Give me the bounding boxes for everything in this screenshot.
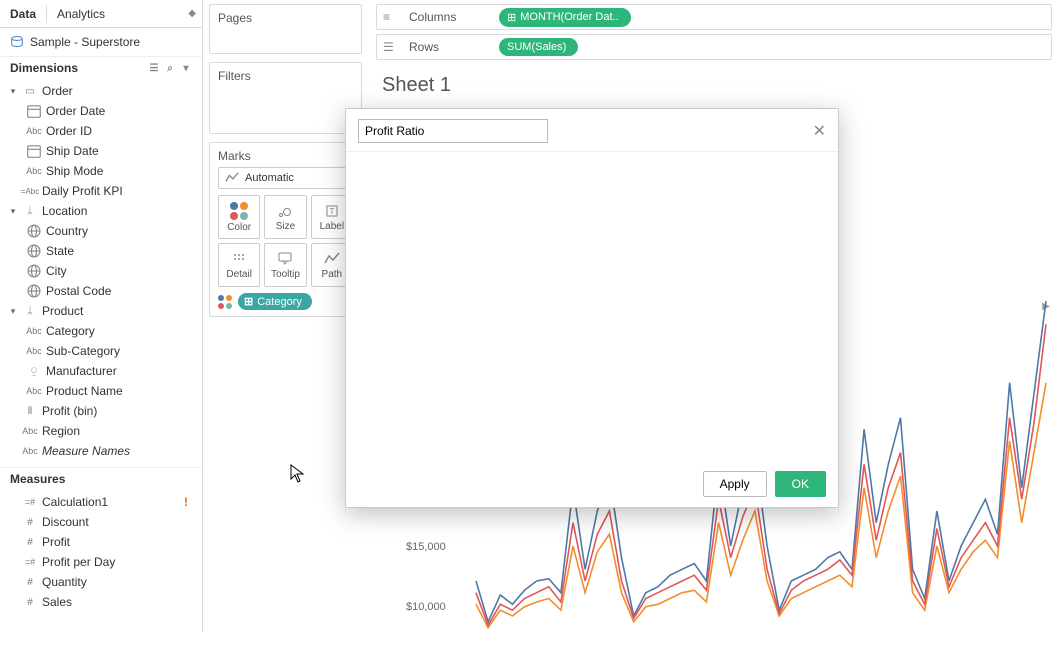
calc-icon: =Abc [22,187,38,196]
filters-shelf[interactable]: Filters [209,62,362,134]
tab-dropdown-icon[interactable]: ◆ [182,8,202,19]
globe-icon [26,283,42,299]
field-profit[interactable]: #Profit [0,532,202,552]
rows-icon: ☰ [383,40,399,54]
marks-color-button[interactable]: Color [218,195,260,239]
marks-type-dropdown[interactable]: Automatic [218,167,353,189]
abc-icon: Abc [26,326,42,336]
field-state[interactable]: State [0,241,202,261]
close-button[interactable]: ✕ [813,121,826,141]
field-ship-mode[interactable]: AbcShip Mode [0,161,202,181]
rows-pill[interactable]: SUM(Sales) [499,38,578,56]
abc-icon: Abc [26,346,42,356]
datasource-icon [10,35,24,49]
datasource-row[interactable]: Sample - Superstore [0,28,202,56]
abc-icon: Abc [26,126,42,136]
calendar-icon [26,143,42,159]
tooltip-icon [277,251,293,267]
tab-data[interactable]: Data [0,0,46,27]
field-category[interactable]: AbcCategory [0,321,202,341]
marks-card: Marks Automatic Color Size T Label [209,142,362,317]
data-pane: Data Analytics ◆ Sample - Superstore Dim… [0,0,203,632]
calc-hash-icon: =# [22,497,38,507]
globe-icon [26,243,42,259]
field-sub-category[interactable]: AbcSub-Category [0,341,202,361]
globe-icon [26,223,42,239]
size-icon [277,203,293,219]
calendar-icon [26,103,42,119]
abc-icon: Abc [26,386,42,396]
field-postal-code[interactable]: Postal Code [0,281,202,301]
folder-product[interactable]: ▾ᛦProduct [0,301,202,321]
hierarchy-icon: ᛦ [22,206,38,217]
field-daily-profit-kpi[interactable]: =AbcDaily Profit KPI [0,181,202,201]
columns-icon: ≡ [383,10,399,24]
columns-shelf[interactable]: ≡ Columns ⊞MONTH(Order Dat.. [376,4,1052,30]
calculation-editor-dialog: ✕ Apply OK [345,108,839,508]
calc-formula-area[interactable] [346,152,838,461]
clip-icon: ⍜ [26,366,42,377]
dimensions-tree: ▾▭Order Order Date AbcOrder ID Ship Date… [0,79,202,467]
dimensions-header: Dimensions ☰ ⌕ ▾ [0,56,202,79]
hash-icon: # [22,537,38,548]
field-calculation1[interactable]: =#Calculation1! [0,492,202,512]
pages-shelf[interactable]: Pages [209,4,362,54]
field-profit-per-day[interactable]: =#Profit per Day [0,552,202,572]
ok-button[interactable]: OK [775,471,826,497]
detail-icon [231,251,247,267]
hierarchy-icon: ᛦ [22,306,38,317]
field-ship-date[interactable]: Ship Date [0,141,202,161]
sidebar-tabs: Data Analytics ◆ [0,0,202,28]
field-measure-names[interactable]: AbcMeasure Names [0,441,202,461]
folder-order[interactable]: ▾▭Order [0,81,202,101]
hash-icon: # [22,577,38,588]
rows-shelf[interactable]: ☰ Rows SUM(Sales) [376,34,1052,60]
folder-location[interactable]: ▾ᛦLocation [0,201,202,221]
label-icon: T [324,203,340,219]
field-profit-bin[interactable]: ⫴Profit (bin) [0,401,202,421]
tab-analytics[interactable]: Analytics [47,0,115,27]
histogram-icon: ⫴ [22,406,38,417]
datasource-name: Sample - Superstore [30,35,140,49]
field-order-date[interactable]: Order Date [0,101,202,121]
folder-icon: ▭ [22,86,38,97]
field-product-name[interactable]: AbcProduct Name [0,381,202,401]
field-region[interactable]: AbcRegion [0,421,202,441]
marks-pill-category[interactable]: ⊞Category [238,293,312,310]
apply-button[interactable]: Apply [703,471,767,497]
calc-hash-icon: =# [22,557,38,567]
field-quantity[interactable]: #Quantity [0,572,202,592]
path-icon [324,251,340,267]
search-icon[interactable]: ⌕ [164,62,176,74]
measures-header: Measures [0,467,202,490]
color-icon [218,295,232,309]
hash-icon: # [22,597,38,608]
color-icon [230,202,248,220]
calc-name-input[interactable] [358,119,548,143]
field-manufacturer[interactable]: ⍜Manufacturer [0,361,202,381]
cards-column: Pages Filters Marks Automatic Color Size [203,0,368,632]
marks-detail-button[interactable]: Detail [218,243,260,287]
marks-tooltip-button[interactable]: Tooltip [264,243,306,287]
abc-icon: Abc [22,446,38,456]
globe-icon [26,263,42,279]
field-order-id[interactable]: AbcOrder ID [0,121,202,141]
columns-pill[interactable]: ⊞MONTH(Order Dat.. [499,8,631,27]
sheet-title[interactable]: Sheet 1 [368,60,1060,101]
field-country[interactable]: Country [0,221,202,241]
abc-icon: Abc [26,166,42,176]
expand-icon: ⊞ [507,11,516,24]
marks-size-button[interactable]: Size [264,195,306,239]
menu-icon[interactable]: ▾ [180,62,192,74]
measures-tree: =#Calculation1! #Discount #Profit =#Prof… [0,490,202,618]
view-icon[interactable]: ☰ [148,62,160,74]
field-discount[interactable]: #Discount [0,512,202,532]
hash-icon: # [22,517,38,528]
svg-text:T: T [329,207,334,216]
abc-icon: Abc [22,426,38,436]
warning-icon: ! [184,495,196,509]
field-city[interactable]: City [0,261,202,281]
field-sales[interactable]: #Sales [0,592,202,612]
expand-icon: ⊞ [244,295,253,308]
